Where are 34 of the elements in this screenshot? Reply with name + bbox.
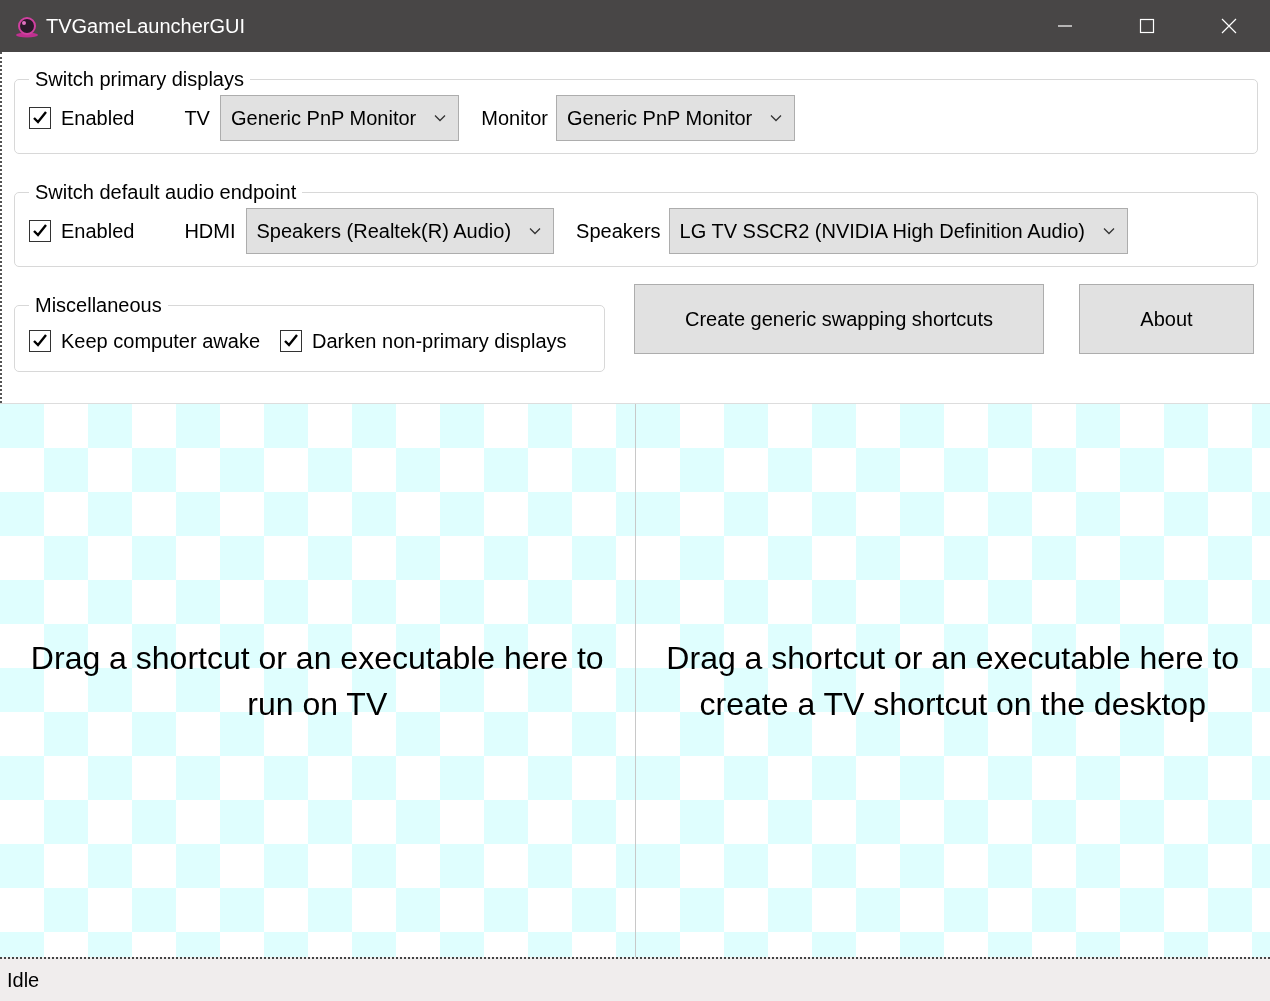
field-label: Speakers [576, 219, 661, 243]
group-title: Switch default audio endpoint [34, 181, 298, 204]
dropdown[interactable]: Generic PnP Monitor [555, 95, 796, 141]
chevron-down-icon [1102, 227, 1115, 235]
checkbox[interactable] [280, 330, 302, 352]
checkbox[interactable] [29, 330, 51, 352]
drop-zone-text: Drag a shortcut or an executable here to create a TV shortcut on the desktop [665, 638, 1241, 724]
field-label: Monitor [481, 106, 548, 130]
drop-zone[interactable]: Drag a shortcut or an executable here to run on TV [0, 404, 635, 957]
option-checkbox[interactable]: Keep computer awake [29, 329, 260, 353]
chevron-down-icon [529, 227, 542, 235]
checkbox[interactable] [29, 220, 51, 242]
minimize-icon [1057, 25, 1073, 27]
enabled-checkbox[interactable]: Enabled [29, 219, 135, 243]
group-title: Miscellaneous [34, 294, 163, 317]
option-checkbox[interactable]: Darken non-primary displays [280, 329, 567, 353]
field-label: TV [184, 106, 210, 130]
checkbox[interactable] [29, 107, 51, 129]
dropdown[interactable]: Generic PnP Monitor [219, 95, 460, 141]
close-icon [1221, 18, 1237, 34]
action-button[interactable]: About [1079, 284, 1254, 354]
status-text: Idle [7, 968, 40, 992]
drop-zone-text: Drag a shortcut or an executable here to run on TV [29, 638, 605, 724]
action-button[interactable]: Create generic swapping shortcuts [634, 284, 1044, 354]
maximize-icon [1139, 18, 1155, 34]
window-title: TVGameLauncherGUI [46, 14, 245, 38]
field-label: HDMI [184, 219, 236, 243]
drop-zone[interactable]: Drag a shortcut or an executable here to create a TV shortcut on the desktop [634, 404, 1270, 957]
dropdown[interactable]: Speakers (Realtek(R) Audio) [245, 208, 555, 254]
dropdown[interactable]: LG TV SSCR2 (NVIDIA High Definition Audio) [668, 208, 1128, 254]
chevron-down-icon [434, 114, 447, 122]
enabled-checkbox[interactable]: Enabled [29, 106, 135, 130]
group-title: Switch primary displays [34, 68, 245, 91]
chevron-down-icon [770, 114, 783, 122]
